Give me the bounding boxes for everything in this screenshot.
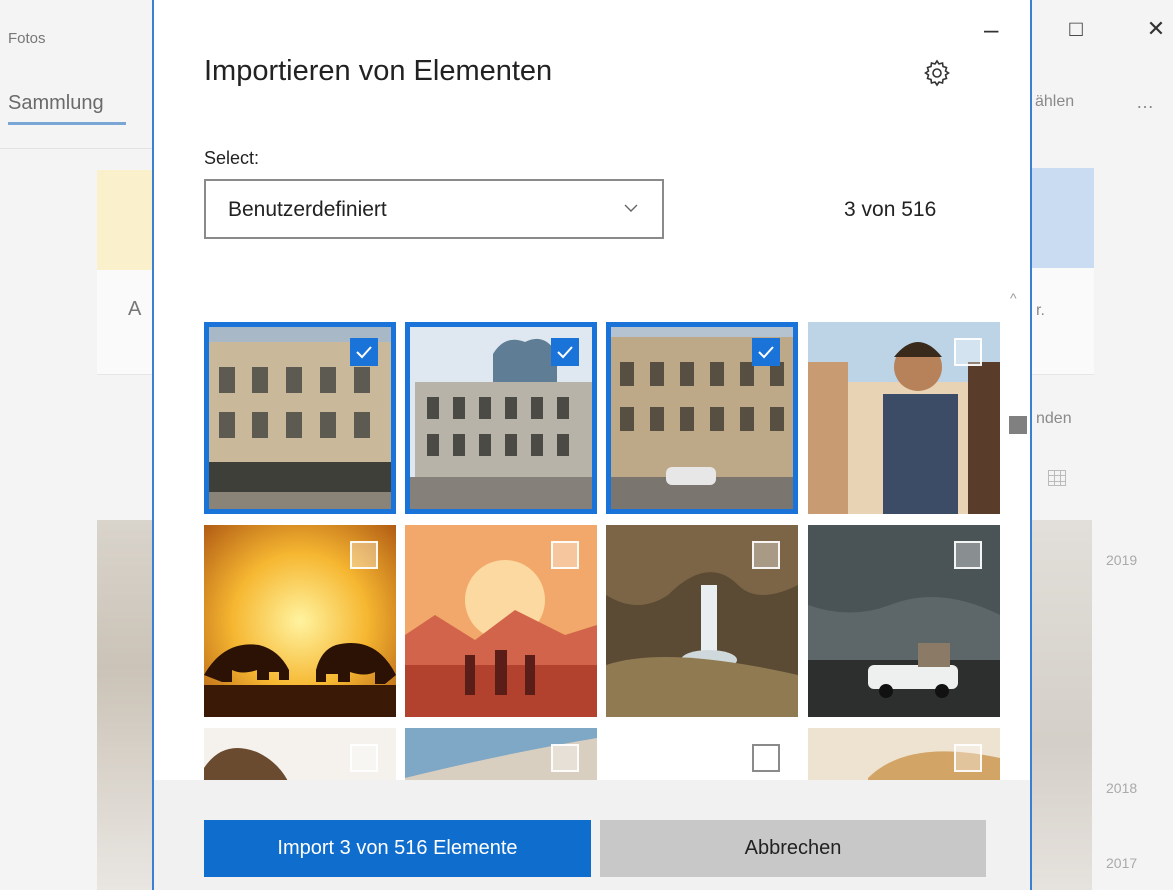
background-text-fragment: r. <box>1036 302 1045 319</box>
more-icon[interactable]: … <box>1136 92 1156 113</box>
background-text-fragment: ählen <box>1035 93 1075 110</box>
import-dialog: – Importieren von Elementen Select: Benu… <box>152 0 1032 890</box>
photo-thumbnail[interactable] <box>606 525 798 717</box>
photo-thumbnail[interactable] <box>808 525 1000 717</box>
selection-count: 3 von 516 <box>844 198 937 221</box>
photo-thumbnail[interactable] <box>204 322 396 514</box>
timeline-year[interactable]: 2018 <box>1106 780 1137 796</box>
background-text-fragment: nden <box>1036 410 1072 427</box>
selection-checkbox[interactable] <box>752 541 780 569</box>
select-label: Select: <box>204 148 260 168</box>
minimize-button[interactable]: – <box>984 14 998 45</box>
selection-checkbox[interactable] <box>350 744 378 772</box>
photo-thumbnail[interactable] <box>808 322 1000 514</box>
background-photo-right <box>1032 520 1092 890</box>
scrollbar[interactable] <box>1012 306 1020 776</box>
photo-thumbnail[interactable] <box>204 728 396 780</box>
dropdown-value: Benutzerdefiniert <box>228 198 387 221</box>
background-card <box>97 170 157 270</box>
selection-dropdown[interactable]: Benutzerdefiniert <box>204 179 664 239</box>
chevron-down-icon <box>624 204 638 212</box>
tab-underline <box>8 122 126 125</box>
background-photo <box>97 520 155 890</box>
gear-icon[interactable] <box>922 58 952 88</box>
background-card-body <box>97 270 157 375</box>
close-button[interactable]: ✕ <box>1136 16 1173 42</box>
photo-thumbnail[interactable] <box>204 525 396 717</box>
selection-checkbox[interactable] <box>551 744 579 772</box>
dialog-title: Importieren von Elementen <box>204 55 553 87</box>
photo-thumbnail[interactable] <box>405 525 597 717</box>
selection-checkbox[interactable] <box>350 541 378 569</box>
selection-checkbox[interactable] <box>551 338 579 366</box>
photo-thumbnail[interactable] <box>808 728 1000 780</box>
selection-checkbox[interactable] <box>350 338 378 366</box>
cancel-button[interactable]: Abbrechen <box>600 820 986 877</box>
background-card-right <box>1032 168 1094 268</box>
photo-grid <box>204 322 1000 780</box>
dialog-footer: Import 3 von 516 Elemente Abbrechen <box>154 780 1030 890</box>
maximize-button[interactable]: □ <box>1056 16 1096 42</box>
selection-checkbox[interactable] <box>954 541 982 569</box>
timeline-year[interactable]: 2017 <box>1106 855 1137 871</box>
selection-checkbox[interactable] <box>954 338 982 366</box>
photo-thumbnail[interactable] <box>606 728 798 780</box>
selection-checkbox[interactable] <box>752 744 780 772</box>
selection-checkbox[interactable] <box>954 744 982 772</box>
selection-checkbox[interactable] <box>551 541 579 569</box>
tab-sammlung[interactable]: Sammlung <box>8 92 104 115</box>
scroll-up-arrow[interactable]: ^ <box>1010 290 1017 306</box>
photo-thumbnail[interactable] <box>606 322 798 514</box>
scrollbar-thumb[interactable] <box>1009 416 1027 434</box>
timeline-year[interactable]: 2019 <box>1106 552 1137 568</box>
background-card-letter: A <box>128 298 142 320</box>
photo-thumbnail[interactable] <box>405 322 597 514</box>
app-title: Fotos <box>8 30 46 47</box>
grid-view-icon[interactable] <box>1048 470 1066 486</box>
import-button[interactable]: Import 3 von 516 Elemente <box>204 820 591 877</box>
selection-checkbox[interactable] <box>752 338 780 366</box>
background-card-right-body <box>1032 268 1094 375</box>
photo-thumbnail[interactable] <box>405 728 597 780</box>
divider <box>0 148 155 149</box>
